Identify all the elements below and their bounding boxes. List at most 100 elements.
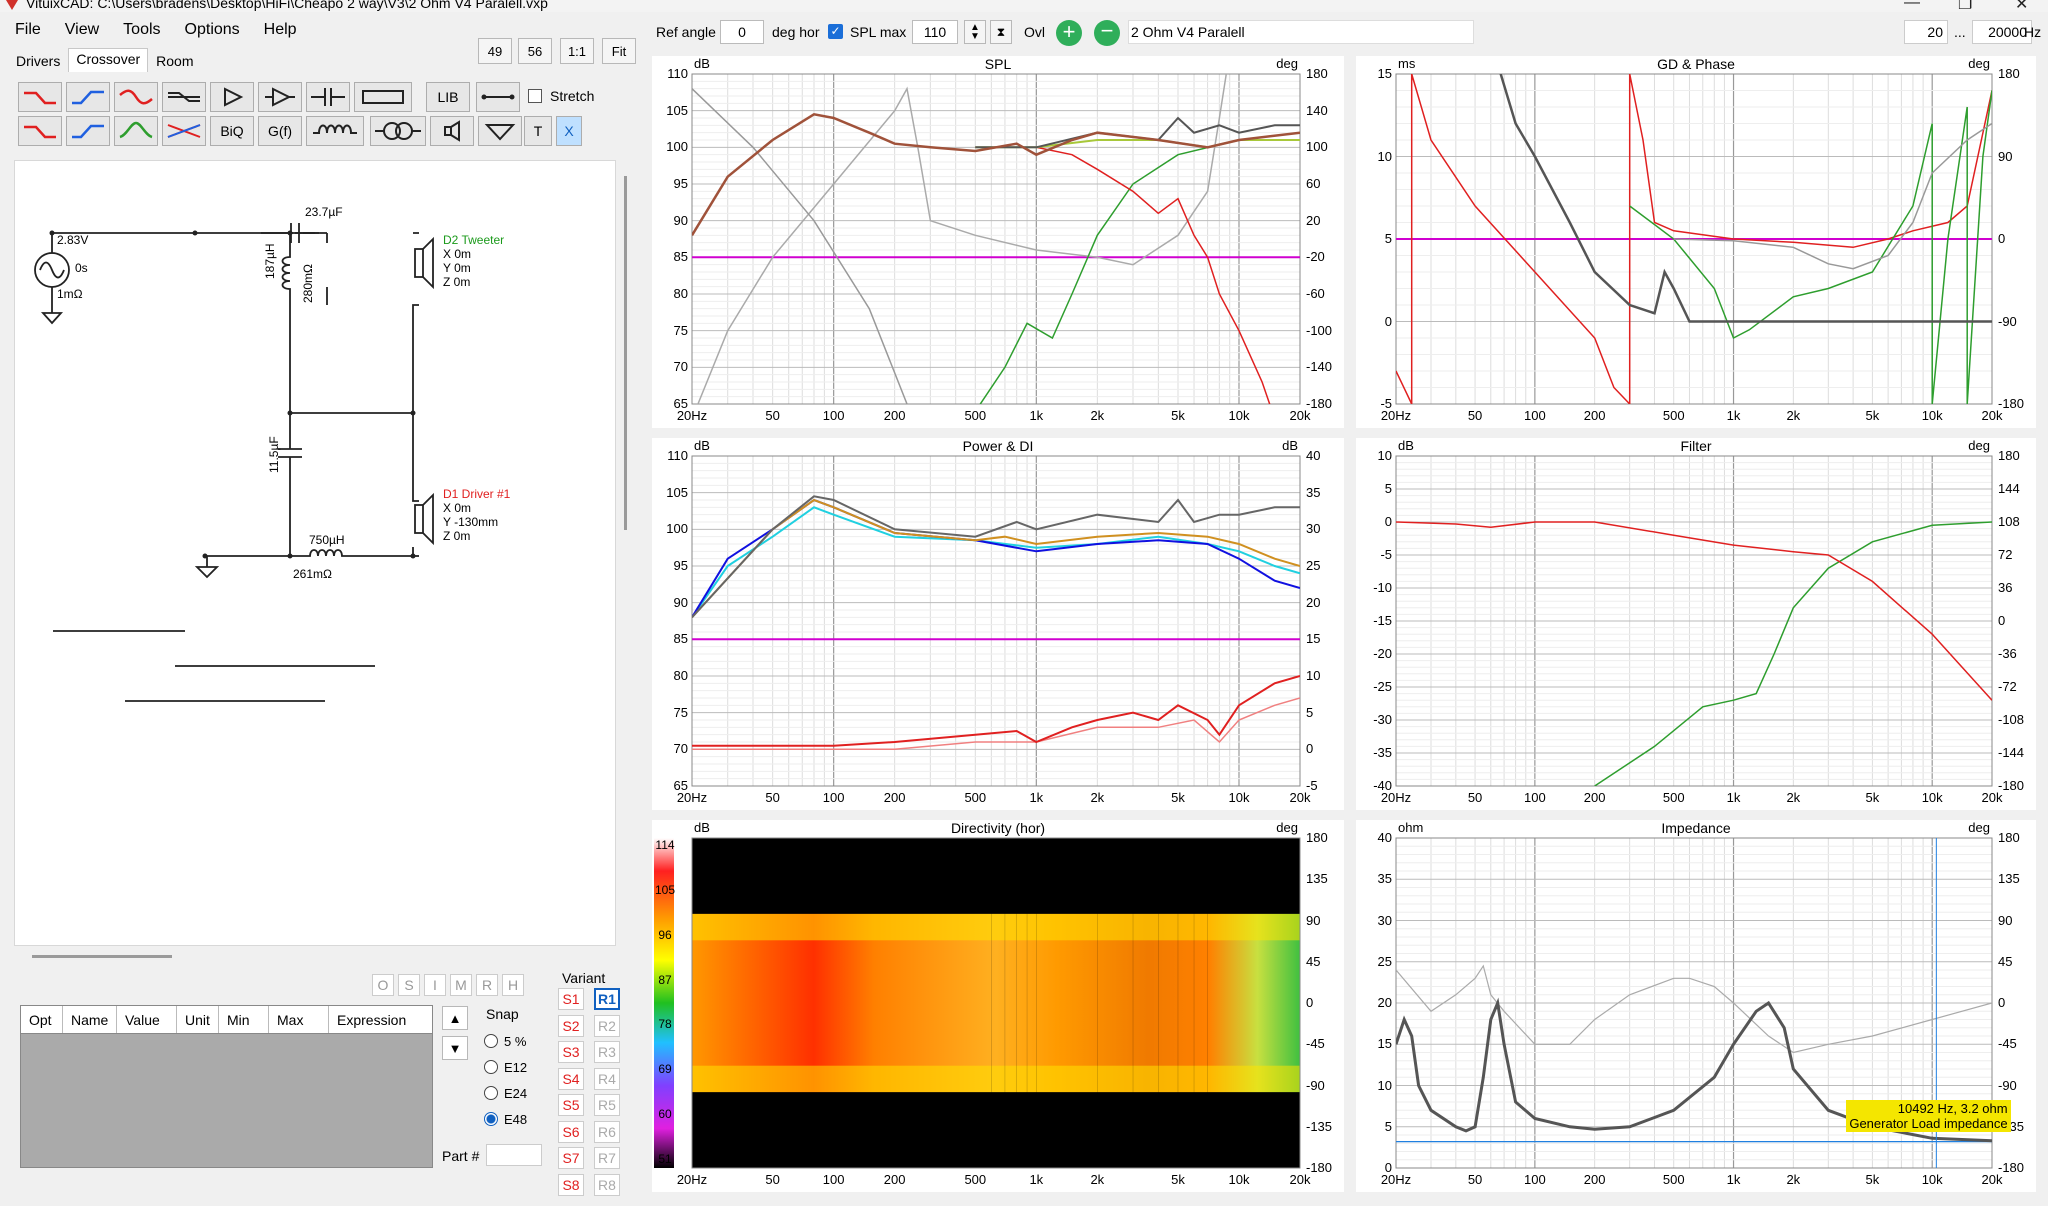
schematic-hscroll[interactable]	[32, 955, 172, 958]
ground-icon[interactable]	[478, 116, 522, 146]
overlay-remove-icon[interactable]: −	[1094, 20, 1120, 46]
biquad-button[interactable]: BiQ	[210, 116, 254, 146]
variant-r4-button[interactable]: R4	[594, 1067, 620, 1090]
stretch-checkbox[interactable]	[528, 89, 542, 103]
variant-r3-button[interactable]: R3	[594, 1041, 620, 1063]
variant-s6-button[interactable]: S6	[558, 1120, 584, 1143]
opt-r-button[interactable]: R	[476, 974, 498, 996]
variant-r6-button[interactable]: R6	[594, 1120, 620, 1143]
variant-r7-button[interactable]: R7	[594, 1147, 620, 1169]
highpass2-icon[interactable]	[66, 116, 110, 146]
overlay-name-field[interactable]: 2 Ohm V4 Paralell	[1128, 20, 1474, 44]
driver-icon[interactable]	[430, 116, 474, 146]
variant-s3-button[interactable]: S3	[558, 1041, 584, 1063]
tab-crossover[interactable]: Crossover	[68, 48, 149, 72]
snap-e12-radio[interactable]	[484, 1060, 498, 1074]
minimize-icon[interactable]: —	[1904, 0, 1920, 12]
menu-options[interactable]: Options	[170, 21, 249, 39]
impedance-graph[interactable]: Impedance ohm deg 40 35 30 25 20 15 10 5 0 180 135 90 4…	[1356, 820, 2036, 1192]
variant-s4-button[interactable]: S4	[558, 1067, 584, 1090]
schematic-vscroll[interactable]	[624, 176, 627, 530]
move-up-button[interactable]: ▲	[442, 1006, 468, 1030]
variant-s7-button[interactable]: S7	[558, 1147, 584, 1169]
menu-file[interactable]: File	[0, 21, 50, 39]
transformer-icon[interactable]	[370, 116, 426, 146]
variant-s2-button[interactable]: S2	[558, 1014, 584, 1037]
spl-max-checkbox[interactable]: ✓	[828, 24, 843, 39]
ref-angle-label: Ref angle	[656, 24, 716, 40]
close-icon[interactable]: ✕	[2015, 0, 2028, 12]
zoom-fit-button[interactable]: Fit	[602, 38, 636, 64]
freq-min-input[interactable]: 20	[1904, 20, 1948, 44]
g-power-y2tick-5: 15	[1306, 631, 1321, 647]
maximize-icon[interactable]: ❐	[1958, 0, 1972, 12]
snap-e48-radio[interactable]	[484, 1112, 498, 1126]
g-spl-xtick-0: 20Hz	[676, 408, 708, 423]
variant-s5-button[interactable]: S5	[558, 1094, 584, 1116]
variant-r1-button[interactable]: R1	[594, 988, 620, 1010]
menu-help[interactable]: Help	[249, 21, 306, 39]
lowpass2-icon[interactable]	[18, 116, 62, 146]
variant-r8-button[interactable]: R8	[594, 1173, 620, 1196]
spl-max-spinner[interactable]: ▲ ▼	[964, 20, 986, 44]
menu-view[interactable]: View	[50, 21, 108, 39]
table-header: Opt Name Value Unit Min Max Expression	[21, 1006, 432, 1034]
inductor-icon[interactable]	[306, 116, 364, 146]
opt-m-button[interactable]: M	[450, 974, 472, 996]
tweeter-name[interactable]: D2 Tweeter	[443, 233, 504, 247]
optimizer-table[interactable]: Opt Name Value Unit Min Max Expression	[20, 1005, 433, 1168]
g-dir-xtick-2: 100	[822, 1172, 845, 1187]
power-di-graph[interactable]: Power & DI dB dB 110 105 100 95 90 85 80 75 70 65 40 3…	[652, 438, 1344, 810]
opt-i-button[interactable]: I	[424, 974, 446, 996]
g-spl-xtick-9: 20k	[1289, 408, 1311, 423]
bandpass-icon[interactable]	[114, 116, 158, 146]
amplifier-icon[interactable]	[258, 82, 302, 112]
freq-max-input[interactable]: 20000	[1972, 20, 2032, 44]
lowpass-icon[interactable]	[18, 82, 62, 112]
snap-e24-radio[interactable]	[484, 1086, 498, 1100]
opt-h-button[interactable]: H	[502, 974, 524, 996]
zoom-56-button[interactable]: 56	[518, 38, 552, 64]
woofer-name[interactable]: D1 Driver #1	[443, 487, 510, 501]
variant-r2-button[interactable]: R2	[594, 1014, 620, 1037]
capacitor-icon[interactable]	[306, 82, 350, 112]
zoom-1-1-button[interactable]: 1:1	[560, 38, 594, 64]
part-input[interactable]	[486, 1144, 542, 1166]
g-dir-title: Directivity (hor)	[950, 820, 1046, 836]
wire-icon[interactable]	[476, 82, 520, 112]
shelf-icon[interactable]	[162, 82, 206, 112]
buffer-icon[interactable]	[210, 82, 254, 112]
overlay-add-icon[interactable]: +	[1056, 20, 1082, 46]
spl-auto-button[interactable]: ⧗	[990, 20, 1012, 44]
library-button[interactable]: LIB	[426, 82, 470, 112]
gd-phase-graph[interactable]: GD & Phase ms deg 15 10 5 0 -5 180 90 0 -90 -180 20Hz…	[1356, 56, 2036, 428]
spl-max-input[interactable]: 110	[912, 20, 958, 44]
x-button[interactable]: X	[556, 116, 582, 146]
l1-value: 187µH	[263, 243, 277, 279]
resistor-icon[interactable]	[354, 82, 412, 112]
tab-drivers[interactable]: Drivers	[8, 50, 68, 72]
directivity-graph[interactable]: Directivity (hor) dB deg 180 135 90 45 0 -45 -90 -…	[652, 820, 1344, 1192]
zoom-49-button[interactable]: 49	[478, 38, 512, 64]
allpass-icon[interactable]	[162, 116, 206, 146]
schematic-canvas[interactable]: 2.83V 0s 1mΩ 23.7µF 187µH 280mΩ D2 Tweet…	[14, 160, 616, 946]
opt-o-button[interactable]: O	[372, 974, 394, 996]
variant-r5-button[interactable]: R5	[594, 1094, 620, 1116]
notch-icon[interactable]	[114, 82, 158, 112]
spl-graph[interactable]: SPL dB deg 110 105 100 95 90 85 80 75 70 65 180 140 100…	[652, 56, 1344, 428]
menu-tools[interactable]: Tools	[108, 21, 169, 39]
variant-s8-button[interactable]: S8	[558, 1173, 584, 1196]
ref-angle-input[interactable]: 0	[720, 20, 764, 44]
g-filter-title: Filter	[1680, 438, 1712, 454]
opt-s-button[interactable]: S	[398, 974, 420, 996]
variant-s1-button[interactable]: S1	[558, 988, 584, 1010]
g-imp-y2tick-1: 135	[1998, 871, 2020, 887]
g-filter-y2tick-0: 180	[1998, 448, 2020, 463]
tab-room[interactable]: Room	[148, 50, 201, 72]
highpass-icon[interactable]	[66, 82, 110, 112]
transfer-function-button[interactable]: G(f)	[258, 116, 302, 146]
snap-5-radio[interactable]	[484, 1034, 498, 1048]
text-button[interactable]: T	[524, 116, 552, 146]
move-down-button[interactable]: ▼	[442, 1036, 468, 1060]
filter-graph[interactable]: Filter dB deg 10 5 0 -5 -10 -15 -20 -25 -30 -35 -40 18…	[1356, 438, 2036, 810]
